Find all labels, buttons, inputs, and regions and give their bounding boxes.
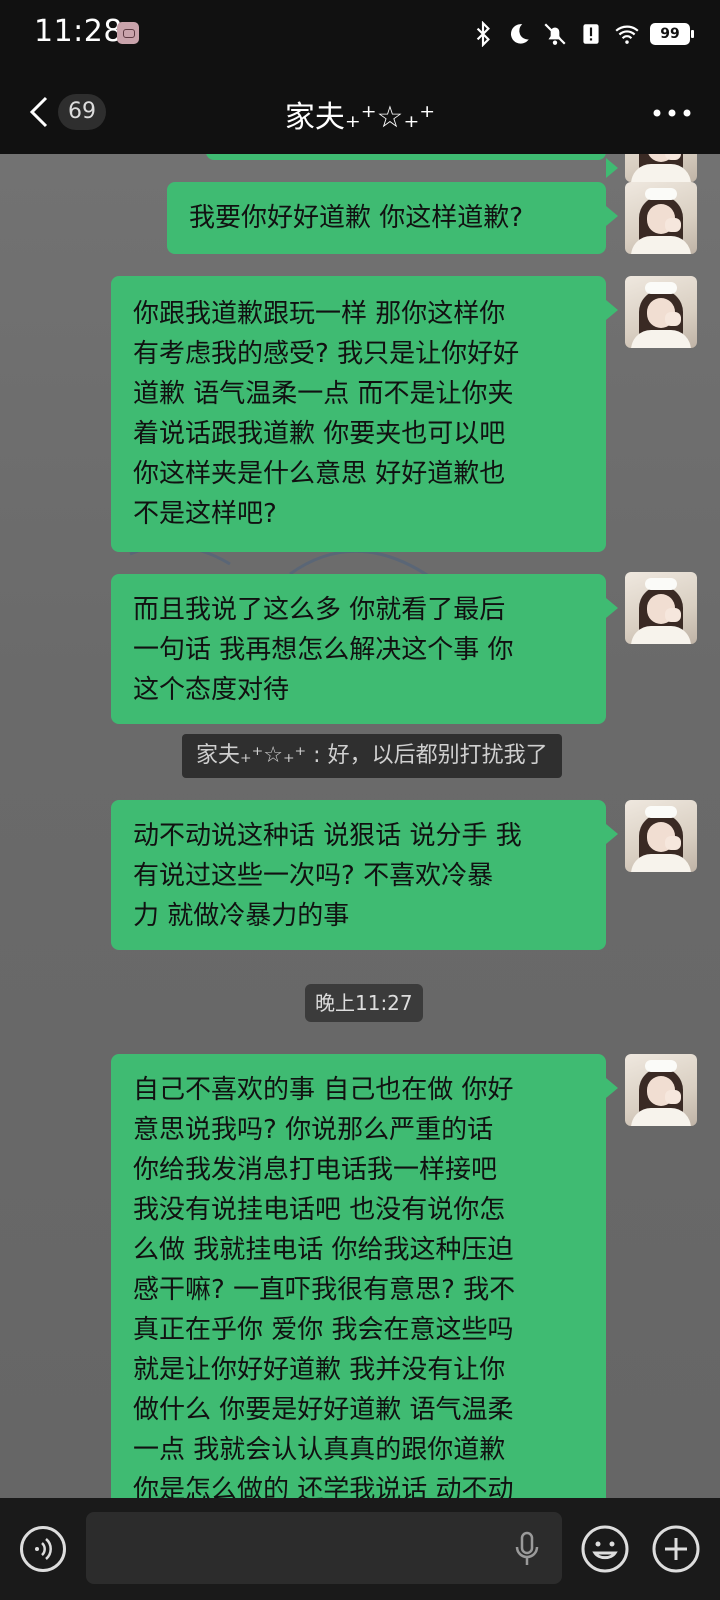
emoji-icon[interactable]: [580, 1524, 630, 1574]
message-bubble[interactable]: 动不动说这种话 说狠话 说分手 我 有说过这些一次吗? 不喜欢冷暴 力 就做冷暴…: [111, 800, 618, 950]
message-bubble[interactable]: 而且我说了这么多 你就看了最后 一句话 我再想怎么解决这个事 你 这个态度对待: [111, 574, 618, 724]
chat-title: 家夫₊⁺☆₊⁺: [284, 100, 436, 135]
wifi-icon: [615, 25, 639, 44]
avatar[interactable]: [625, 276, 697, 348]
alert-icon: [583, 24, 599, 44]
microphone-icon[interactable]: [512, 1530, 542, 1568]
message-text: 你跟我道歉跟玩一样 那你这样你 有考虑我的感受? 我只是让你好好 道歉 语气温柔…: [133, 299, 520, 529]
status-bar: 11:28 99: [0, 0, 720, 68]
status-time: 11:28: [34, 14, 123, 49]
message-bubble[interactable]: 自己不喜欢的事 自己也在做 你好 意思说我吗? 你说那么严重的话 你给我发消息打…: [111, 1054, 618, 1498]
message-bubble[interactable]: 我要你好好道歉 你这样道歉?: [167, 182, 618, 254]
moon-icon: [510, 24, 529, 44]
avatar[interactable]: [625, 182, 697, 254]
avatar[interactable]: [625, 572, 697, 644]
battery-icon: 99: [650, 23, 694, 45]
status-icons: 99: [470, 20, 694, 48]
bell-off-icon: [544, 23, 566, 45]
avatar[interactable]: [625, 800, 697, 872]
input-bar: [0, 1498, 720, 1600]
message-text: 我要你好好道歉 你这样道歉?: [189, 203, 524, 233]
message-text: 动不动说这种话 说狠话 说分手 我 有说过这些一次吗? 不喜欢冷暴 力 就做冷暴…: [133, 821, 522, 931]
chat-area[interactable]: 我要你好好道歉 你这样道歉? 你跟我道歉跟玩一样 那你这样你 有考虑我的感受? …: [0, 154, 720, 1498]
voice-icon[interactable]: [20, 1526, 66, 1572]
more-horizontal-icon[interactable]: [652, 108, 692, 118]
notification-icon: [117, 22, 139, 44]
avatar[interactable]: [625, 1054, 697, 1126]
avatar[interactable]: [625, 154, 697, 182]
chat-header: 69 家夫₊⁺☆₊⁺: [0, 68, 720, 154]
bluetooth-icon: [476, 21, 490, 47]
message-input[interactable]: [86, 1512, 562, 1584]
timestamp: 晚上11:27: [305, 984, 423, 1022]
plus-icon[interactable]: [651, 1524, 701, 1574]
quoted-message[interactable]: 家夫₊⁺☆₊⁺ : 好，以后都别打扰我了: [182, 734, 562, 778]
message-bubble[interactable]: 你跟我道歉跟玩一样 那你这样你 有考虑我的感受? 我只是让你好好 道歉 语气温柔…: [111, 276, 618, 552]
message-bubble-partial[interactable]: [206, 154, 618, 178]
message-text: 而且我说了这么多 你就看了最后 一句话 我再想怎么解决这个事 你 这个态度对待: [133, 595, 514, 705]
message-text: 自己不喜欢的事 自己也在做 你好 意思说我吗? 你说那么严重的话 你给我发消息打…: [133, 1075, 516, 1498]
